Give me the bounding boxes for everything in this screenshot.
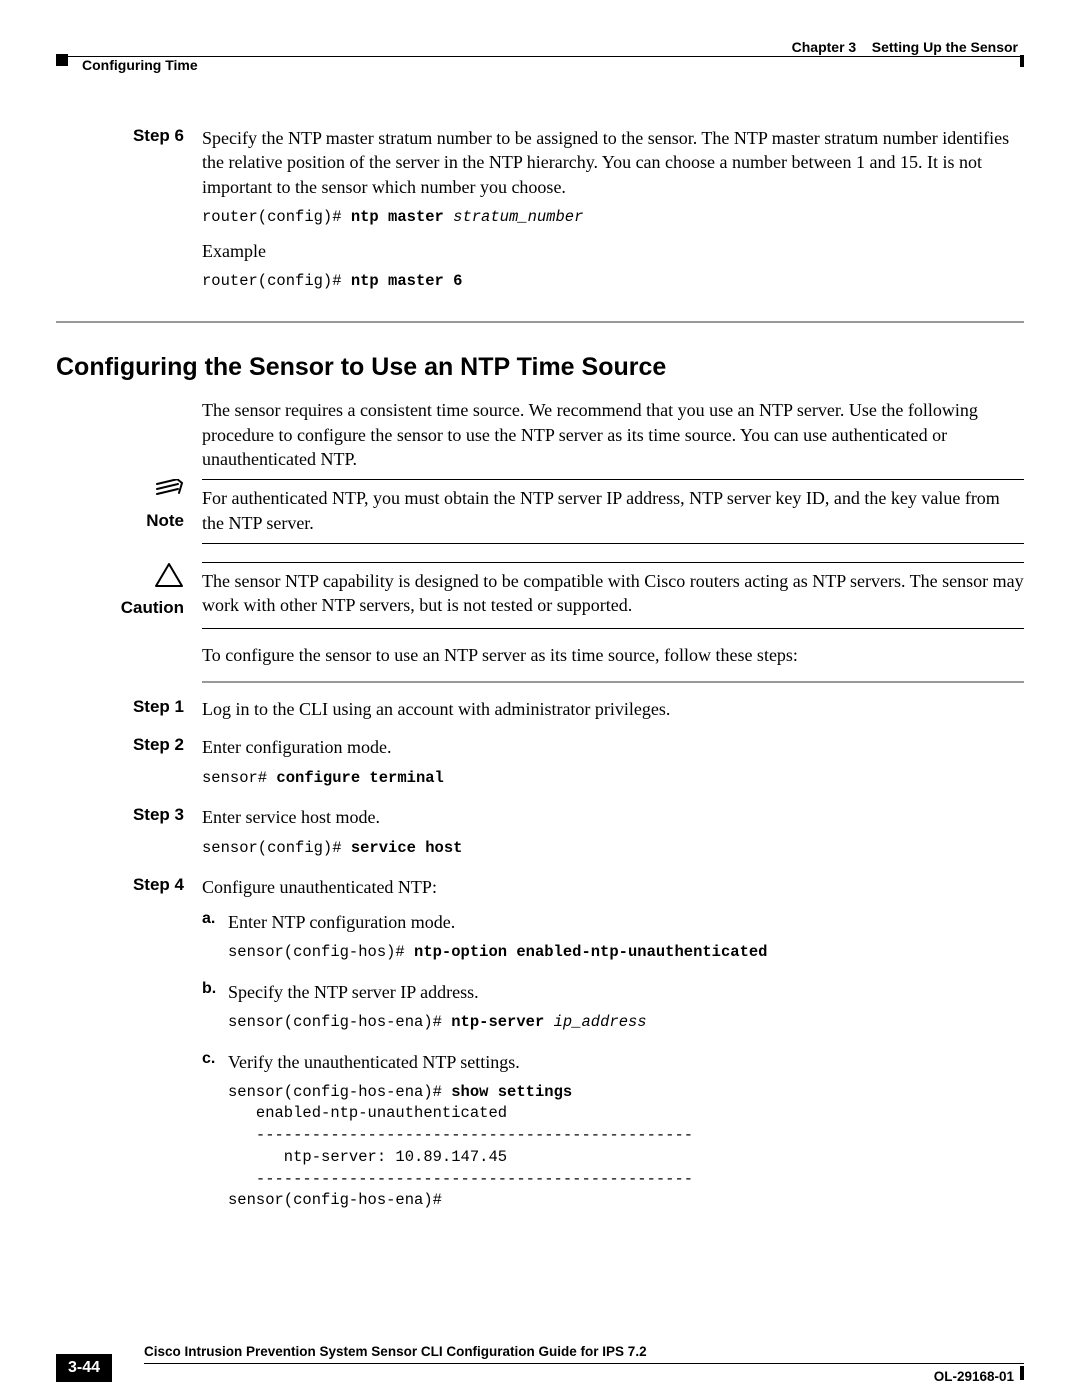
section-intro: The sensor requires a consistent time so… xyxy=(202,398,1024,471)
step-label: Step 6 xyxy=(56,124,202,148)
step-label: Step 1 xyxy=(56,695,202,719)
step-3: Step 3 Enter service host mode. sensor(c… xyxy=(56,803,1024,869)
note-callout: Note For authenticated NTP, you must obt… xyxy=(56,479,1024,535)
substep-label: a. xyxy=(202,908,228,930)
step-command: sensor# configure terminal xyxy=(202,768,1024,790)
section-heading: Configuring the Sensor to Use an NTP Tim… xyxy=(56,351,1024,385)
step-command: router(config)# ntp master stratum_numbe… xyxy=(202,207,1024,229)
step-6: Step 6 Specify the NTP master stratum nu… xyxy=(56,124,1024,303)
substep-a: a. Enter NTP configuration mode. sensor(… xyxy=(202,908,1024,974)
substep-c: c. Verify the unauthenticated NTP settin… xyxy=(202,1048,1024,1222)
step-2: Step 2 Enter configuration mode. sensor#… xyxy=(56,733,1024,799)
step-label: Step 2 xyxy=(56,733,202,757)
page-footer: Cisco Intrusion Prevention System Sensor… xyxy=(56,1363,1024,1367)
step-text: Log in to the CLI using an account with … xyxy=(202,697,1024,721)
substep-command: sensor(config-hos-ena)# ntp-server ip_ad… xyxy=(228,1012,1024,1034)
example-label: Example xyxy=(202,239,1024,263)
substep-text: Enter NTP configuration mode. xyxy=(228,910,1024,934)
substep-label: b. xyxy=(202,978,228,1000)
step-text: Enter service host mode. xyxy=(202,805,1024,829)
step-command: sensor(config)# service host xyxy=(202,838,1024,860)
note-text: For authenticated NTP, you must obtain t… xyxy=(202,479,1024,535)
lead-in-text: To configure the sensor to use an NTP se… xyxy=(202,643,1024,667)
caution-text: The sensor NTP capability is designed to… xyxy=(202,562,1024,618)
substep-text: Verify the unauthenticated NTP settings. xyxy=(228,1050,1024,1074)
caution-label: Caution xyxy=(121,598,184,617)
substep-b: b. Specify the NTP server IP address. se… xyxy=(202,978,1024,1044)
substep-label: c. xyxy=(202,1048,228,1070)
substep-text: Specify the NTP server IP address. xyxy=(228,980,1024,1004)
substep-output: sensor(config-hos-ena)# show settings en… xyxy=(228,1082,1024,1212)
step-text: Specify the NTP master stratum number to… xyxy=(202,126,1024,199)
header-chapter-label: Chapter 3 xyxy=(792,39,857,55)
header-chapter: Chapter 3 Setting Up the Sensor xyxy=(792,38,1018,57)
step-text: Enter configuration mode. xyxy=(202,735,1024,759)
example-command: router(config)# ntp master 6 xyxy=(202,271,1024,293)
note-icon xyxy=(56,479,184,508)
separator-rule xyxy=(56,321,1024,323)
step-1: Step 1 Log in to the CLI using an accoun… xyxy=(56,695,1024,729)
header-chapter-title: Setting Up the Sensor xyxy=(872,39,1018,55)
caution-icon xyxy=(56,562,184,595)
note-label: Note xyxy=(146,511,184,530)
caution-callout: Caution The sensor NTP capability is des… xyxy=(56,562,1024,620)
substep-command: sensor(config-hos)# ntp-option enabled-n… xyxy=(228,942,1024,964)
step-4: Step 4 Configure unauthenticated NTP: a.… xyxy=(56,873,1024,1226)
step-label: Step 4 xyxy=(56,873,202,897)
footer-guide-title: Cisco Intrusion Prevention System Sensor… xyxy=(144,1343,647,1361)
footer-docnum: OL-29168-01 xyxy=(934,1368,1014,1386)
separator-rule xyxy=(202,681,1024,683)
page-number-badge: 3-44 xyxy=(56,1354,112,1382)
step-label: Step 3 xyxy=(56,803,202,827)
running-header: Chapter 3 Setting Up the Sensor Configur… xyxy=(56,38,1024,64)
step-text: Configure unauthenticated NTP: xyxy=(202,875,1024,899)
